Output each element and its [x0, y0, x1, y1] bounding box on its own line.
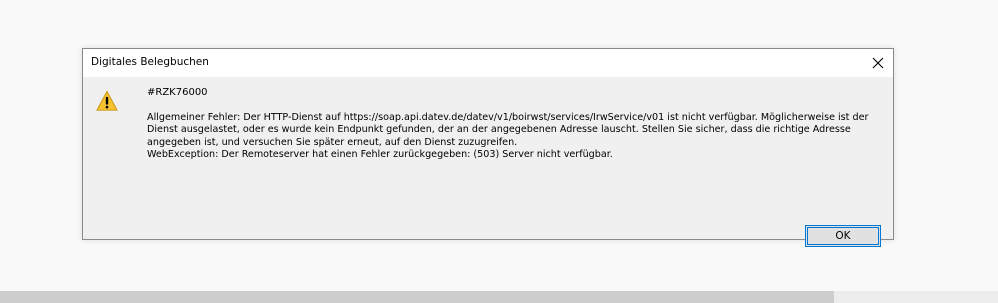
warning-icon: [96, 90, 118, 111]
error-code: #RZK76000: [147, 87, 208, 98]
horizontal-scrollbar[interactable]: [0, 291, 834, 303]
dialog-title: Digitales Belegbuchen: [91, 56, 209, 68]
error-message-line: Allgemeiner Fehler: Der HTTP-Dienst auf …: [147, 112, 869, 148]
scrollbar-track: [834, 291, 998, 303]
close-icon: [872, 57, 884, 69]
error-message: Allgemeiner Fehler: Der HTTP-Dienst auf …: [147, 112, 882, 162]
error-dialog: Digitales Belegbuchen #RZK76000 Allgemei…: [82, 48, 894, 247]
error-message-line: WebException: Der Remoteserver hat einen…: [147, 149, 613, 161]
dialog-body: #RZK76000 Allgemeiner Fehler: Der HTTP-D…: [83, 77, 893, 247]
ok-button[interactable]: OK: [805, 225, 881, 247]
dialog-titlebar: Digitales Belegbuchen: [83, 49, 893, 77]
close-button[interactable]: [863, 49, 893, 77]
